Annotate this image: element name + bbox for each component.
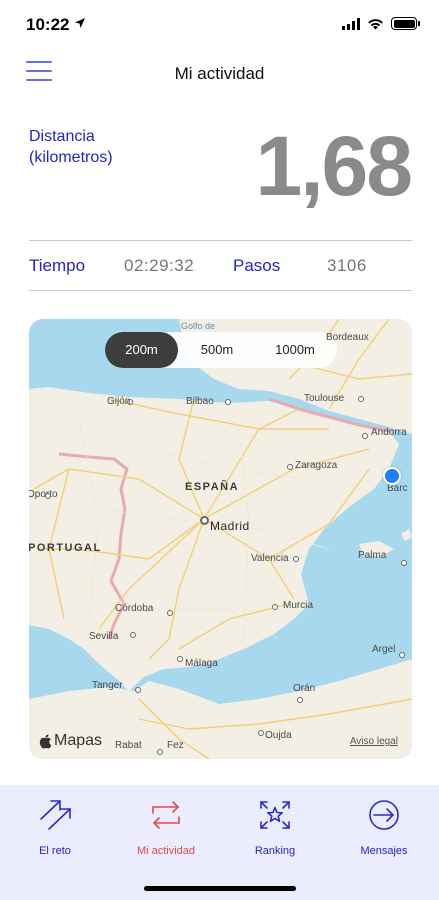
scale-option-200m[interactable]: 200m	[105, 332, 178, 368]
user-location-marker[interactable]	[383, 467, 401, 485]
apple-logo-icon	[39, 733, 52, 748]
map-label-city: Tanger	[92, 680, 123, 691]
map-label-city: Bordeaux	[326, 332, 369, 343]
tab-ranking[interactable]: Ranking	[225, 799, 325, 859]
arrows-diagonal-icon	[40, 800, 71, 830]
star-focus-icon	[260, 801, 290, 829]
location-arrow-icon	[75, 18, 85, 28]
city-marker	[399, 652, 405, 658]
scale-option-1000m[interactable]: 1000m	[255, 332, 335, 368]
arrow-circle-icon	[369, 800, 399, 830]
distance-value: 1,68	[255, 119, 413, 213]
maps-attribution-label: Mapas	[54, 732, 103, 749]
steps-label: Pasos	[233, 256, 281, 275]
city-marker	[362, 433, 368, 439]
map-label-city: Orán	[293, 683, 316, 694]
map-label-sea: Golfo de	[181, 321, 216, 331]
map-label-city: Málaga	[185, 658, 218, 669]
divider-top	[29, 240, 412, 241]
steps-value: 3106	[327, 256, 367, 275]
map-label-city: Toulouse	[304, 393, 345, 404]
distance-label: Distancia (kilometros)	[29, 128, 113, 166]
city-marker	[401, 560, 407, 566]
city-marker	[45, 493, 51, 499]
time-label: Tiempo	[29, 256, 86, 275]
map-label-city: Andorra	[371, 427, 407, 438]
tab-el-reto[interactable]: El reto	[5, 799, 105, 859]
scale-selector[interactable]: 200m 500m 1000m	[105, 332, 337, 368]
exchange-arrows-icon	[152, 801, 180, 829]
map-label-capital: Madrid	[210, 519, 250, 533]
map-view[interactable]: 200m 500m 1000m Golfo de Bordeaux Gijón …	[29, 319, 412, 759]
map-label-city: Valencia	[251, 553, 289, 564]
city-marker	[272, 604, 278, 610]
city-marker	[130, 632, 136, 638]
map-label-country: ESPAÑA	[185, 481, 240, 493]
tab-bar: El reto Mi actividad Ranking Mensajes	[0, 785, 439, 900]
tab-label: Mensajes	[360, 845, 408, 857]
map-label-city: Rabat	[115, 740, 142, 751]
city-marker	[258, 730, 264, 736]
city-marker	[358, 396, 364, 402]
status-time: 10:22	[26, 15, 70, 34]
map-label-city: Bilbao	[186, 396, 214, 407]
map-label-city: Zaragoza	[295, 460, 338, 471]
tab-label: Mi actividad	[136, 845, 196, 857]
city-marker	[293, 556, 299, 562]
status-bar: 10:22	[0, 0, 439, 50]
tab-mensajes[interactable]: Mensajes	[334, 799, 434, 859]
stats-row: Tiempo 02:29:32 Pasos 3106	[29, 256, 412, 278]
cellular-signal-icon	[342, 17, 360, 30]
battery-icon	[391, 17, 420, 30]
map-label-city: Fez	[167, 740, 184, 751]
map-label-city: Murcia	[283, 600, 314, 611]
map-label-city: Palma	[358, 550, 387, 561]
tab-mi-actividad[interactable]: Mi actividad	[116, 799, 216, 859]
divider-bottom	[29, 290, 412, 291]
map-label-city: Oujda	[265, 730, 292, 741]
city-marker	[225, 399, 231, 405]
map-label-city: Córdoba	[115, 603, 154, 614]
tab-label: El reto	[39, 845, 71, 857]
city-marker	[157, 749, 163, 755]
city-marker	[177, 656, 183, 662]
header: Mi actividad	[0, 52, 439, 96]
city-marker	[297, 697, 303, 703]
time-value: 02:29:32	[124, 256, 195, 275]
scale-option-500m[interactable]: 500m	[181, 332, 253, 368]
status-icons	[342, 17, 420, 30]
map-label-city: Sevilla	[89, 631, 119, 642]
maps-attribution: Mapas	[39, 732, 102, 750]
map-label-city: Oporto	[29, 489, 58, 500]
map-terrain	[29, 319, 412, 759]
map-label-city: Gijón	[107, 396, 131, 407]
tab-label: Ranking	[254, 845, 296, 857]
capital-marker	[200, 516, 209, 525]
page-title: Mi actividad	[174, 64, 265, 83]
map-label-country: PORTUGAL	[29, 542, 102, 554]
city-marker	[287, 464, 293, 470]
home-indicator[interactable]	[144, 886, 296, 891]
wifi-icon	[368, 18, 383, 29]
city-marker	[135, 687, 141, 693]
legal-notice-link[interactable]: Aviso legal	[350, 736, 398, 747]
map-label-city: Argel	[372, 644, 396, 655]
city-marker	[167, 610, 173, 616]
